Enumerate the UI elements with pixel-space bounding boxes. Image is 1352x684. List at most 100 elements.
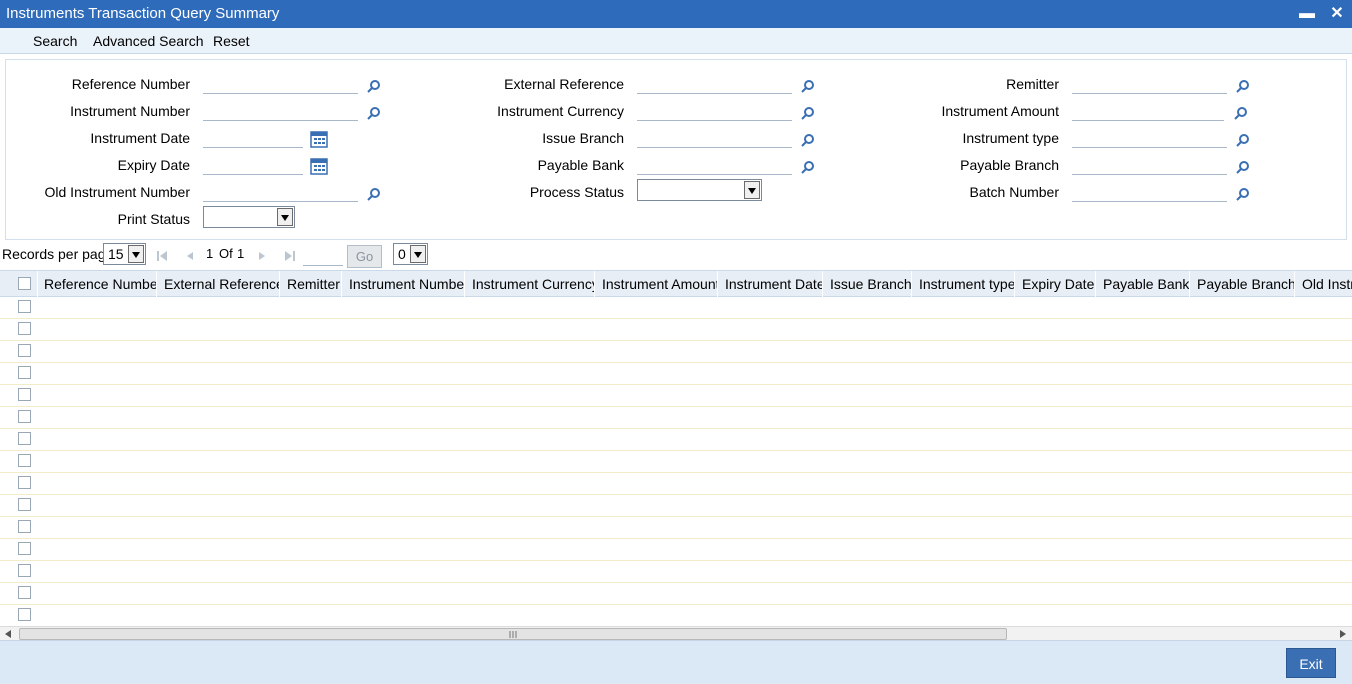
row-checkbox[interactable] xyxy=(18,366,31,379)
instrument-amount-input[interactable] xyxy=(1072,101,1224,121)
external-reference-lookup-icon[interactable] xyxy=(801,79,815,93)
row-checkbox[interactable] xyxy=(18,432,31,445)
column-header[interactable]: Reference Number xyxy=(37,271,157,297)
chevron-down-icon xyxy=(128,245,144,263)
process-status-select[interactable] xyxy=(637,179,762,201)
reference-number-input[interactable] xyxy=(203,74,358,94)
minimize-icon[interactable]: ▬ xyxy=(1297,4,1317,24)
external-reference-input[interactable] xyxy=(637,74,792,94)
table-row[interactable] xyxy=(0,297,1352,319)
table-row[interactable] xyxy=(0,561,1352,583)
table-row[interactable] xyxy=(0,495,1352,517)
row-checkbox[interactable] xyxy=(18,498,31,511)
expiry-date-calendar-icon[interactable] xyxy=(310,157,328,175)
instrument-currency-lookup-icon[interactable] xyxy=(801,106,815,120)
goto-page-input[interactable] xyxy=(303,248,343,266)
table-row[interactable] xyxy=(0,319,1352,341)
old-instrument-number-lookup-icon[interactable] xyxy=(367,187,381,201)
row-checkbox[interactable] xyxy=(18,322,31,335)
select-all-checkbox[interactable] xyxy=(18,277,31,290)
search-criteria-panel: Reference Number Instrument Number Instr… xyxy=(5,59,1347,240)
payable-branch-input[interactable] xyxy=(1072,155,1227,175)
column-header[interactable]: Instrument Date xyxy=(718,271,823,297)
table-row[interactable] xyxy=(0,539,1352,561)
old-instrument-number-input[interactable] xyxy=(203,182,358,202)
instrument-number-lookup-icon[interactable] xyxy=(367,106,381,120)
row-checkbox[interactable] xyxy=(18,476,31,489)
row-checkbox[interactable] xyxy=(18,300,31,313)
print-status-select[interactable] xyxy=(203,206,295,228)
batch-number-input[interactable] xyxy=(1072,182,1227,202)
column-header[interactable]: External Reference xyxy=(157,271,280,297)
instrument-type-lookup-icon[interactable] xyxy=(1236,133,1250,147)
column-header[interactable]: Expiry Date xyxy=(1015,271,1096,297)
column-header[interactable]: Instrument Amount xyxy=(595,271,718,297)
search-button[interactable]: Search xyxy=(33,33,77,49)
scroll-left-icon[interactable] xyxy=(5,630,11,638)
column-header[interactable]: Payable Branch xyxy=(1190,271,1295,297)
row-checkbox[interactable] xyxy=(18,520,31,533)
column-header[interactable]: Instrument Number xyxy=(342,271,465,297)
prev-page-icon[interactable] xyxy=(183,249,197,263)
row-checkbox[interactable] xyxy=(18,388,31,401)
last-page-icon[interactable] xyxy=(283,249,297,263)
table-row[interactable] xyxy=(0,385,1352,407)
process-status-label: Process Status xyxy=(529,184,624,200)
payable-branch-lookup-icon[interactable] xyxy=(1236,160,1250,174)
reset-button[interactable]: Reset xyxy=(213,33,250,49)
column-header[interactable]: Instrument type xyxy=(912,271,1015,297)
exit-button[interactable]: Exit xyxy=(1286,648,1336,678)
column-header[interactable]: Payable Bank xyxy=(1096,271,1190,297)
payable-branch-label: Payable Branch xyxy=(960,157,1059,173)
row-checkbox[interactable] xyxy=(18,564,31,577)
scrollbar-thumb[interactable] xyxy=(19,628,1007,640)
expiry-date-input[interactable] xyxy=(203,155,303,175)
row-checkbox[interactable] xyxy=(18,344,31,357)
row-checkbox[interactable] xyxy=(18,586,31,599)
table-row[interactable] xyxy=(0,517,1352,539)
table-row[interactable] xyxy=(0,429,1352,451)
table-row[interactable] xyxy=(0,605,1352,626)
row-checkbox[interactable] xyxy=(18,542,31,555)
table-row[interactable] xyxy=(0,451,1352,473)
table-row[interactable] xyxy=(0,407,1352,429)
column-header[interactable]: Issue Branch xyxy=(823,271,912,297)
horizontal-scrollbar[interactable] xyxy=(0,626,1352,640)
remitter-lookup-icon[interactable] xyxy=(1236,79,1250,93)
reference-number-lookup-icon[interactable] xyxy=(367,79,381,93)
instrument-amount-lookup-icon[interactable] xyxy=(1234,106,1248,120)
instrument-currency-input[interactable] xyxy=(637,101,792,121)
column-header[interactable]: Instrument Currency xyxy=(465,271,595,297)
advanced-search-button[interactable]: Advanced Search xyxy=(93,33,204,49)
row-checkbox[interactable] xyxy=(18,454,31,467)
row-checkbox[interactable] xyxy=(18,608,31,621)
table-row[interactable] xyxy=(0,363,1352,385)
issue-branch-lookup-icon[interactable] xyxy=(801,133,815,147)
issue-branch-input[interactable] xyxy=(637,128,792,148)
close-icon[interactable]: ✕ xyxy=(1327,4,1347,24)
table-row[interactable] xyxy=(0,473,1352,495)
reference-number-label: Reference Number xyxy=(71,76,190,92)
scroll-right-icon[interactable] xyxy=(1340,630,1346,638)
first-page-icon[interactable] xyxy=(155,249,169,263)
column-header[interactable]: Remitter xyxy=(280,271,342,297)
instrument-type-input[interactable] xyxy=(1072,128,1227,148)
page-select[interactable]: 0 xyxy=(393,243,428,265)
table-row[interactable] xyxy=(0,341,1352,363)
go-button[interactable]: Go xyxy=(347,245,382,268)
instrument-date-input[interactable] xyxy=(203,128,303,148)
next-page-icon[interactable] xyxy=(255,249,269,263)
row-checkbox[interactable] xyxy=(18,410,31,423)
column-header[interactable]: Old Instrument Number xyxy=(1295,271,1352,297)
chevron-down-icon xyxy=(410,245,426,263)
payable-bank-label: Payable Bank xyxy=(537,157,624,173)
print-status-label: Print Status xyxy=(117,211,190,227)
remitter-input[interactable] xyxy=(1072,74,1227,94)
batch-number-lookup-icon[interactable] xyxy=(1236,187,1250,201)
payable-bank-input[interactable] xyxy=(637,155,792,175)
records-per-page-select[interactable]: 15 xyxy=(103,243,146,265)
payable-bank-lookup-icon[interactable] xyxy=(801,160,815,174)
table-row[interactable] xyxy=(0,583,1352,605)
instrument-number-input[interactable] xyxy=(203,101,358,121)
instrument-date-calendar-icon[interactable] xyxy=(310,130,328,148)
